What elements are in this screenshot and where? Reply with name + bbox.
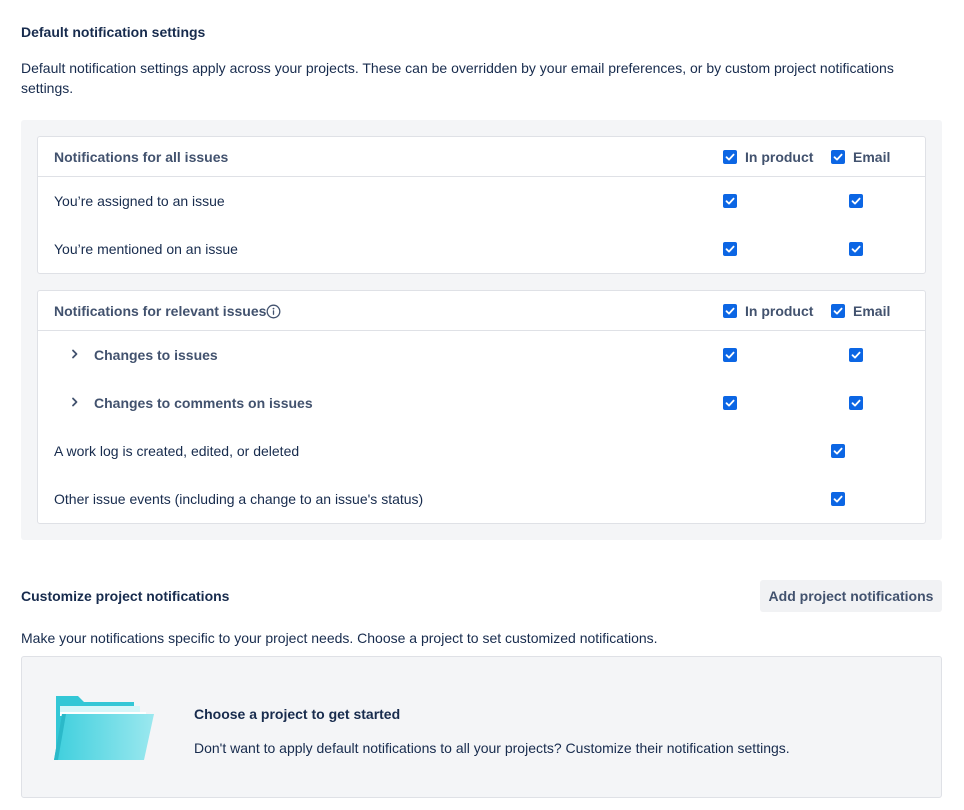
email-label: Email (853, 149, 891, 165)
row-label-assigned: You’re assigned to an issue (54, 193, 225, 209)
in-product-label: In product (745, 303, 814, 319)
email-label: Email (853, 303, 891, 319)
mentioned-in-product-checkbox[interactable] (723, 242, 737, 256)
add-project-notifications-button[interactable]: Add project notifications (760, 580, 942, 612)
all-issues-in-product-column[interactable]: In product (723, 149, 813, 165)
empty-state-title: Choose a project to get started (194, 706, 401, 722)
changes-issues-email-checkbox[interactable] (848, 348, 863, 362)
work-log-email-checkbox[interactable] (831, 444, 845, 458)
row-label-mentioned: You’re mentioned on an issue (54, 241, 238, 257)
all-issues-header: Notifications for all issues In product … (38, 137, 925, 177)
row-label-other-events: Other issue events (including a change t… (54, 491, 424, 507)
notification-row: A work log is created, edited, or delete… (38, 427, 925, 475)
relevant-issues-email-column[interactable]: Email (831, 303, 890, 319)
notification-row[interactable]: Changes to comments on issues (38, 379, 925, 427)
folder-icon (54, 694, 156, 762)
relevant-issues-email-checkbox[interactable] (831, 304, 845, 318)
default-settings-description: Default notification settings apply acro… (21, 60, 894, 96)
changes-comments-in-product-checkbox[interactable] (723, 396, 737, 410)
all-issues-header-label: Notifications for all issues (54, 149, 229, 165)
notification-row: You’re mentioned on an issue (38, 225, 925, 273)
assigned-in-product-checkbox[interactable] (723, 194, 737, 208)
relevant-issues-in-product-column[interactable]: In product (723, 303, 813, 319)
other-events-email-checkbox[interactable] (831, 492, 845, 506)
notification-row: Other issue events (including a change t… (38, 475, 925, 523)
relevant-issues-header-label: Notifications for relevant issues (54, 303, 267, 319)
notification-row: You’re assigned to an issue (38, 177, 925, 225)
empty-state-description: Don't want to apply default notification… (194, 740, 790, 756)
in-product-label: In product (745, 149, 814, 165)
default-settings-panel: Notifications for all issues In product … (21, 120, 942, 540)
all-issues-in-product-checkbox[interactable] (723, 150, 737, 164)
relevant-issues-in-product-checkbox[interactable] (723, 304, 737, 318)
customize-section-title: Customize project notifications (21, 588, 230, 604)
empty-state: Choose a project to get started Don't wa… (21, 656, 942, 798)
relevant-issues-card: Notifications for relevant issues In pro… (37, 290, 926, 524)
all-issues-email-column[interactable]: Email (831, 149, 890, 165)
changes-issues-in-product-checkbox[interactable] (723, 348, 737, 362)
mentioned-email-checkbox[interactable] (848, 242, 863, 256)
row-label-work-log: A work log is created, edited, or delete… (54, 443, 300, 459)
row-label-changes-to-issues[interactable]: Changes to issues (94, 347, 218, 363)
chevron-right-icon[interactable] (70, 395, 80, 409)
customize-section-description: Make your notifications specific to your… (21, 630, 658, 646)
row-label-changes-to-comments[interactable]: Changes to comments on issues (94, 395, 313, 411)
chevron-right-icon[interactable] (70, 347, 80, 361)
relevant-issues-header: Notifications for relevant issues In pro… (38, 291, 925, 331)
assigned-email-checkbox[interactable] (848, 194, 863, 208)
all-issues-email-checkbox[interactable] (831, 150, 845, 164)
all-issues-card: Notifications for all issues In product … (37, 136, 926, 274)
notification-row[interactable]: Changes to issues (38, 331, 925, 379)
default-settings-title: Default notification settings (21, 24, 206, 40)
changes-comments-email-checkbox[interactable] (848, 396, 863, 410)
info-icon[interactable] (266, 304, 281, 319)
